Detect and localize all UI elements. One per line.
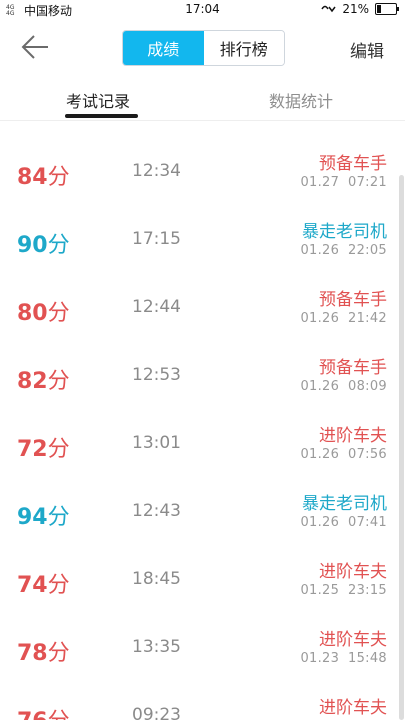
record-rank: 进阶车夫 <box>319 698 387 718</box>
record-score: 82分 <box>17 363 70 395</box>
score-value: 78 <box>17 641 48 666</box>
record-clock: 15:48 <box>348 651 387 666</box>
record-rank: 暴走老司机 <box>302 494 387 514</box>
record-date: 01.26 <box>300 447 340 462</box>
record-datetime: 01.26 08:09 <box>300 379 387 394</box>
record-datetime: 01.27 07:21 <box>300 175 387 190</box>
record-row[interactable]: 84分 12:34 预备车手 01.27 07:21 <box>0 137 405 205</box>
record-duration: 18:45 <box>132 569 181 589</box>
record-clock: 22:05 <box>348 243 387 258</box>
record-duration: 12:43 <box>132 501 181 521</box>
record-duration: 09:23 <box>132 705 181 720</box>
score-value: 94 <box>17 505 48 530</box>
record-row[interactable]: 76分 09:23 进阶车夫 <box>0 681 405 720</box>
tab-leaderboard[interactable]: 排行榜 <box>203 31 284 65</box>
score-unit: 分 <box>47 505 70 530</box>
score-unit: 分 <box>47 165 70 190</box>
record-row[interactable]: 80分 12:44 预备车手 01.26 21:42 <box>0 273 405 341</box>
record-rank: 预备车手 <box>319 358 387 378</box>
record-datetime: 01.23 15:48 <box>300 651 387 666</box>
record-duration: 13:35 <box>132 637 181 657</box>
record-score: 74分 <box>17 567 70 599</box>
record-clock: 23:15 <box>348 583 387 598</box>
edit-button[interactable]: 编辑 <box>350 37 384 62</box>
score-unit: 分 <box>47 233 70 258</box>
record-row[interactable]: 94分 12:43 暴走老司机 01.26 07:41 <box>0 477 405 545</box>
record-rank: 进阶车夫 <box>319 426 387 446</box>
record-rank: 进阶车夫 <box>319 630 387 650</box>
score-unit: 分 <box>47 437 70 462</box>
tab-exam-records[interactable]: 考试记录 <box>66 88 130 112</box>
app-header: 成绩 排行榜 编辑 <box>0 20 405 76</box>
record-duration: 12:44 <box>132 297 181 317</box>
record-duration: 17:15 <box>132 229 181 249</box>
record-score: 90分 <box>17 227 70 259</box>
record-date: 01.26 <box>300 311 340 326</box>
record-clock: 07:56 <box>348 447 387 462</box>
record-date: 01.23 <box>300 651 340 666</box>
record-score: 76分 <box>17 703 70 720</box>
record-row[interactable]: 72分 13:01 进阶车夫 01.26 07:56 <box>0 409 405 477</box>
battery-icon <box>375 3 399 15</box>
wifi-call-icon <box>321 5 336 13</box>
record-row[interactable]: 82分 12:53 预备车手 01.26 08:09 <box>0 341 405 409</box>
record-rank: 预备车手 <box>319 154 387 174</box>
back-arrow-icon <box>21 35 48 59</box>
record-score: 80分 <box>17 295 70 327</box>
score-value: 74 <box>17 573 48 598</box>
record-rank: 暴走老司机 <box>302 222 387 242</box>
record-date: 01.26 <box>300 515 340 530</box>
battery-fill <box>377 5 381 13</box>
back-button[interactable] <box>18 32 54 62</box>
tab-data-stats[interactable]: 数据统计 <box>269 88 333 112</box>
record-date: 01.26 <box>300 243 340 258</box>
score-unit: 分 <box>47 301 70 326</box>
record-score: 72分 <box>17 431 70 463</box>
record-row[interactable]: 78分 13:35 进阶车夫 01.23 15:48 <box>0 613 405 681</box>
score-value: 82 <box>17 369 48 394</box>
battery-percent: 21% <box>342 2 369 16</box>
record-datetime: 01.26 21:42 <box>300 311 387 326</box>
score-value: 76 <box>17 709 48 720</box>
score-value: 80 <box>17 301 48 326</box>
scrollbar[interactable] <box>399 175 404 720</box>
segment-control: 成绩 排行榜 <box>122 30 285 66</box>
record-clock: 21:42 <box>348 311 387 326</box>
record-clock: 07:41 <box>348 515 387 530</box>
record-date: 01.26 <box>300 379 340 394</box>
record-clock: 07:21 <box>348 175 387 190</box>
record-datetime: 01.26 07:41 <box>300 515 387 530</box>
record-duration: 12:34 <box>132 161 181 181</box>
record-date: 01.27 <box>300 175 340 190</box>
score-unit: 分 <box>47 641 70 666</box>
record-row[interactable]: 90分 17:15 暴走老司机 01.26 22:05 <box>0 205 405 273</box>
tab-scores[interactable]: 成绩 <box>123 31 204 65</box>
exam-record-list: 84分 12:34 预备车手 01.27 07:21 90分 17:15 暴走老司机 01.2… <box>0 137 405 720</box>
status-right: 21% <box>320 2 399 16</box>
score-unit: 分 <box>48 709 70 720</box>
record-score: 94分 <box>17 499 70 531</box>
score-value: 72 <box>17 437 48 462</box>
record-duration: 13:01 <box>132 433 181 453</box>
active-tab-indicator <box>65 114 138 118</box>
record-datetime: 01.26 07:56 <box>300 447 387 462</box>
record-score: 78分 <box>17 635 70 667</box>
record-datetime: 01.26 22:05 <box>300 243 387 258</box>
record-rank: 预备车手 <box>319 290 387 310</box>
score-unit: 分 <box>47 369 70 394</box>
score-value: 90 <box>17 233 48 258</box>
score-value: 84 <box>17 165 48 190</box>
record-date: 01.25 <box>300 583 340 598</box>
status-bar: 4G 4G 中国移动 17:04 21% <box>0 0 405 20</box>
record-score: 84分 <box>17 159 70 191</box>
record-clock: 08:09 <box>348 379 387 394</box>
record-duration: 12:53 <box>132 365 181 385</box>
record-rank: 进阶车夫 <box>319 562 387 582</box>
score-unit: 分 <box>47 573 70 598</box>
record-row[interactable]: 74分 18:45 进阶车夫 01.25 23:15 <box>0 545 405 613</box>
record-datetime: 01.25 23:15 <box>300 583 387 598</box>
sub-tabs: 考试记录 数据统计 <box>0 76 405 121</box>
